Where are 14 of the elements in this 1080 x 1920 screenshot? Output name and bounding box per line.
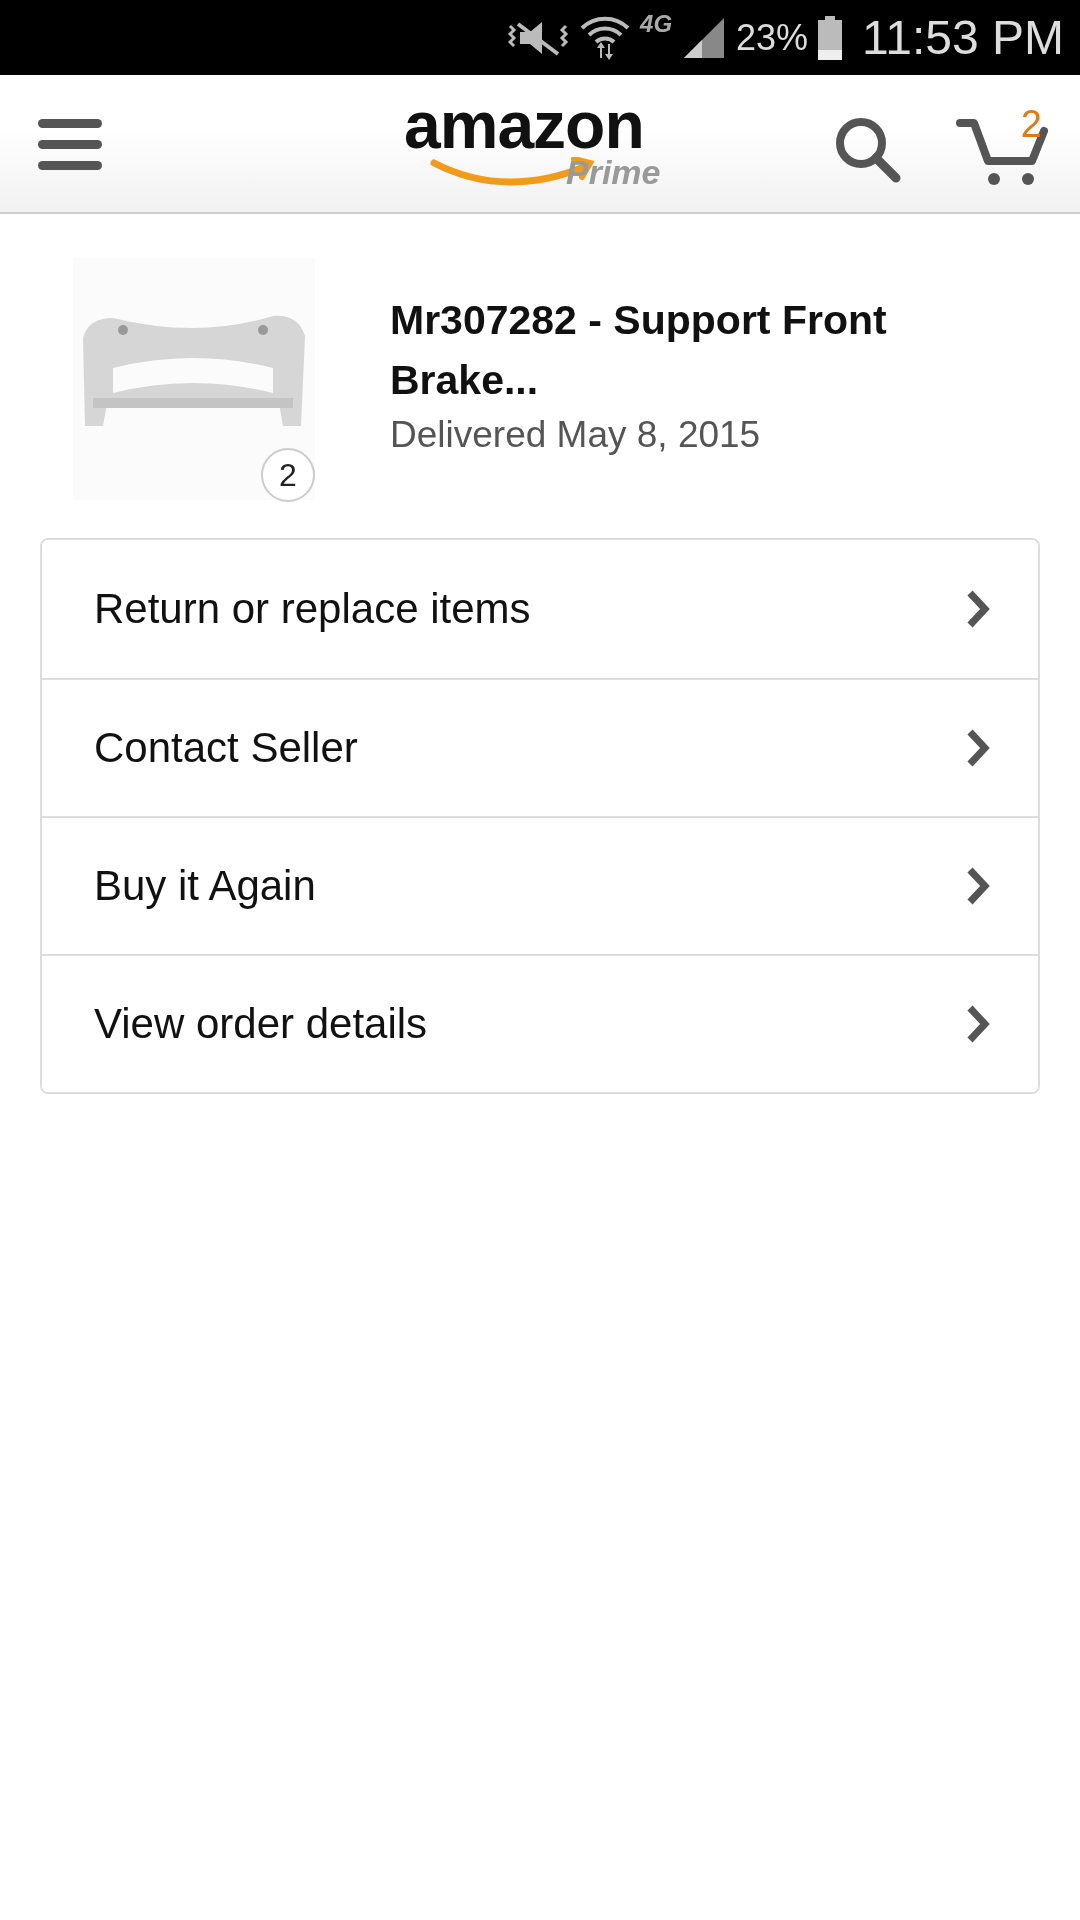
chevron-icon — [966, 589, 990, 629]
chevron-icon — [966, 728, 990, 768]
battery-percent: 23% — [736, 16, 809, 59]
battery-icon — [818, 15, 843, 60]
clock: 11:53 PM — [862, 10, 1064, 65]
action-row[interactable]: View order details — [42, 954, 1038, 1092]
amazon-logo[interactable]: amazon Prime — [400, 95, 670, 200]
product-title[interactable]: Mr307282 - Support Front Brake... — [390, 290, 950, 410]
chevron-icon — [966, 866, 990, 906]
menu-icon[interactable] — [38, 119, 102, 171]
network-type: 4G — [640, 10, 673, 38]
search-icon[interactable] — [833, 115, 901, 183]
chevron-icon — [966, 1004, 990, 1044]
delivery-status: Delivered May 8, 2015 — [390, 414, 762, 456]
